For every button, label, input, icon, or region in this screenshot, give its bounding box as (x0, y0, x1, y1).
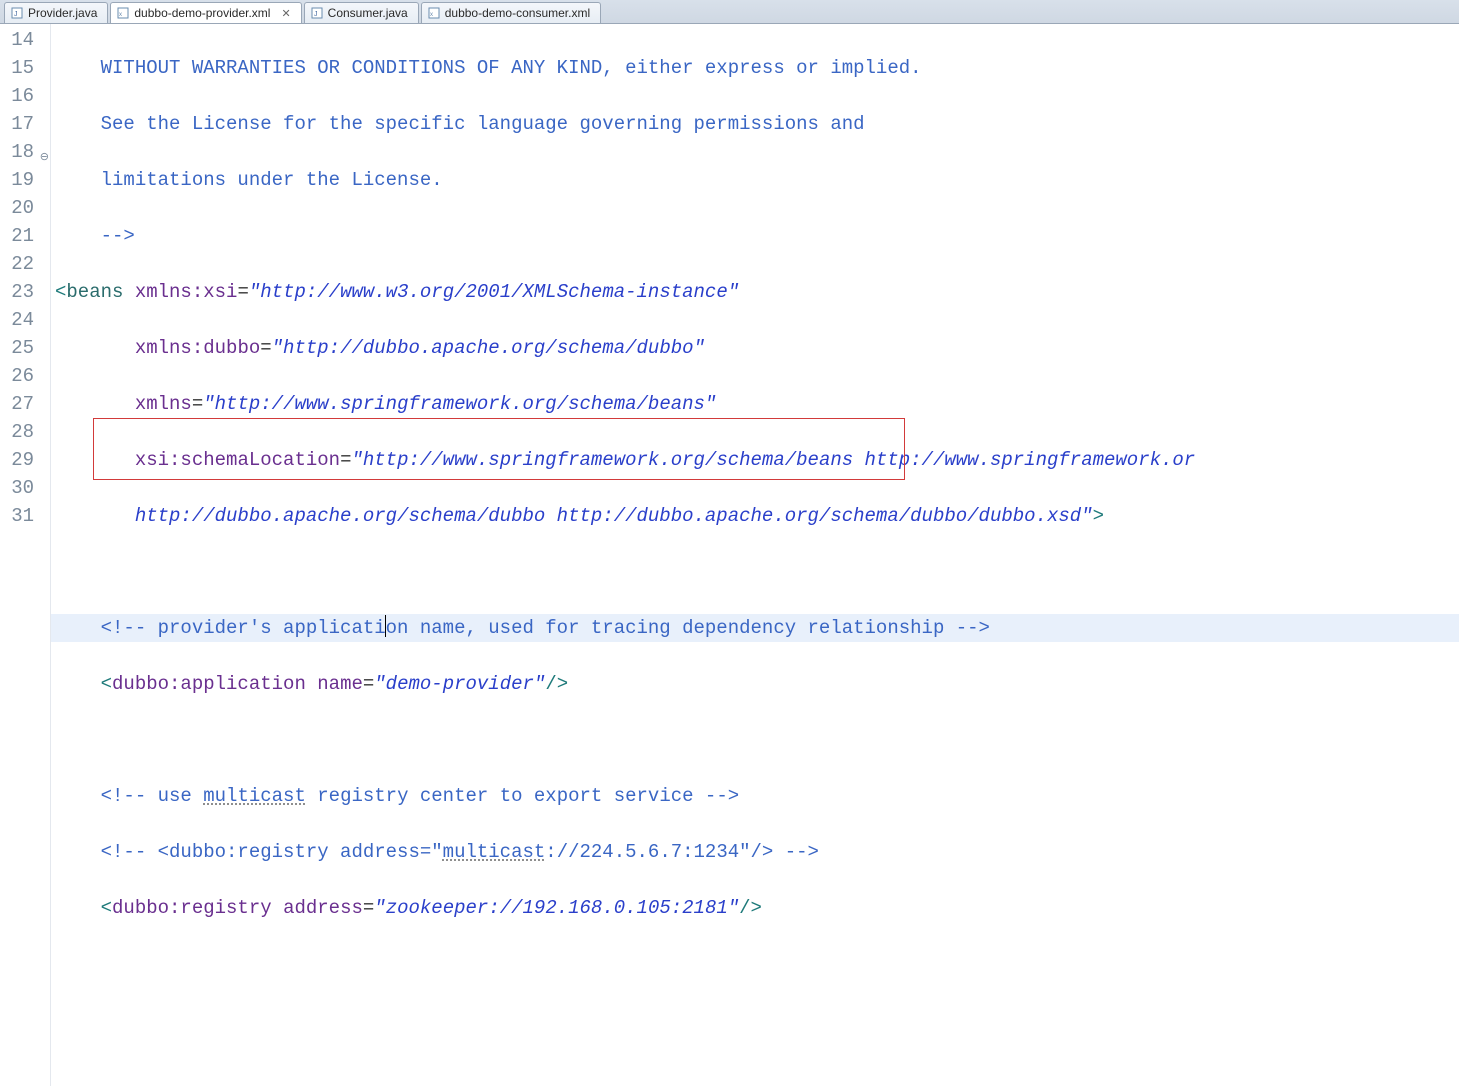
svg-text:x: x (430, 12, 433, 18)
xml-file-icon: x (117, 7, 129, 19)
code-line: xmlns="http://www.springframework.org/sc… (51, 390, 1459, 418)
tab-provider-java[interactable]: J Provider.java (4, 2, 108, 23)
code-line: WITHOUT WARRANTIES OR CONDITIONS OF ANY … (51, 54, 1459, 82)
code-line: xsi:schemaLocation="http://www.springfra… (51, 446, 1459, 474)
code-line: See the License for the specific languag… (51, 110, 1459, 138)
svg-text:x: x (119, 12, 122, 18)
code-line: xmlns:dubbo="http://dubbo.apache.org/sch… (51, 334, 1459, 362)
line-number: 22 (0, 250, 50, 278)
code-line: limitations under the License. (51, 166, 1459, 194)
line-number: 18 (0, 138, 50, 166)
code-line: http://dubbo.apache.org/schema/dubbo htt… (51, 502, 1459, 530)
line-number: 29 (0, 446, 50, 474)
code-line-current: <!-- provider's application name, used f… (51, 614, 1459, 642)
tab-label: Provider.java (28, 6, 97, 20)
code-line: <dubbo:application name="demo-provider"/… (51, 670, 1459, 698)
line-number: 21 (0, 222, 50, 250)
line-number: 31 (0, 502, 50, 530)
java-file-icon: J (11, 7, 23, 19)
line-number: 23 (0, 278, 50, 306)
line-number: 25 (0, 334, 50, 362)
code-line: <!-- <dubbo:registry address="multicast:… (51, 838, 1459, 866)
line-number: 16 (0, 82, 50, 110)
tab-consumer-java[interactable]: J Consumer.java (304, 2, 419, 23)
line-number-gutter: 141516171819202122232425262728293031 (0, 24, 51, 1086)
line-number: 19 (0, 166, 50, 194)
tab-bar: J Provider.java x dubbo-demo-provider.xm… (0, 0, 1459, 24)
xml-file-icon: x (428, 7, 440, 19)
code-line: --> (51, 222, 1459, 250)
line-number: 27 (0, 390, 50, 418)
line-number: 24 (0, 306, 50, 334)
code-line: <beans xmlns:xsi="http://www.w3.org/2001… (51, 278, 1459, 306)
line-number: 28 (0, 418, 50, 446)
tab-dubbo-provider-xml[interactable]: x dubbo-demo-provider.xml ✕ (110, 2, 301, 23)
line-number: 20 (0, 194, 50, 222)
code-line: <dubbo:registry address="zookeeper://192… (51, 894, 1459, 922)
tab-dubbo-consumer-xml[interactable]: x dubbo-demo-consumer.xml (421, 2, 601, 23)
code-line (51, 1006, 1459, 1034)
close-icon[interactable]: ✕ (281, 7, 290, 20)
code-area[interactable]: WITHOUT WARRANTIES OR CONDITIONS OF ANY … (51, 24, 1459, 1086)
code-line: <!-- use multicast registry center to ex… (51, 782, 1459, 810)
code-line (51, 726, 1459, 754)
tab-label: dubbo-demo-provider.xml (134, 6, 270, 20)
line-number: 17 (0, 110, 50, 138)
line-number: 15 (0, 54, 50, 82)
line-number: 26 (0, 362, 50, 390)
line-number: 30 (0, 474, 50, 502)
java-file-icon: J (311, 7, 323, 19)
editor: 141516171819202122232425262728293031 WIT… (0, 24, 1459, 1086)
svg-text:J: J (314, 11, 318, 18)
tab-label: Consumer.java (328, 6, 408, 20)
svg-text:J: J (14, 11, 18, 18)
code-line (51, 950, 1459, 978)
tab-label: dubbo-demo-consumer.xml (445, 6, 590, 20)
code-line (51, 558, 1459, 586)
line-number: 14 (0, 26, 50, 54)
